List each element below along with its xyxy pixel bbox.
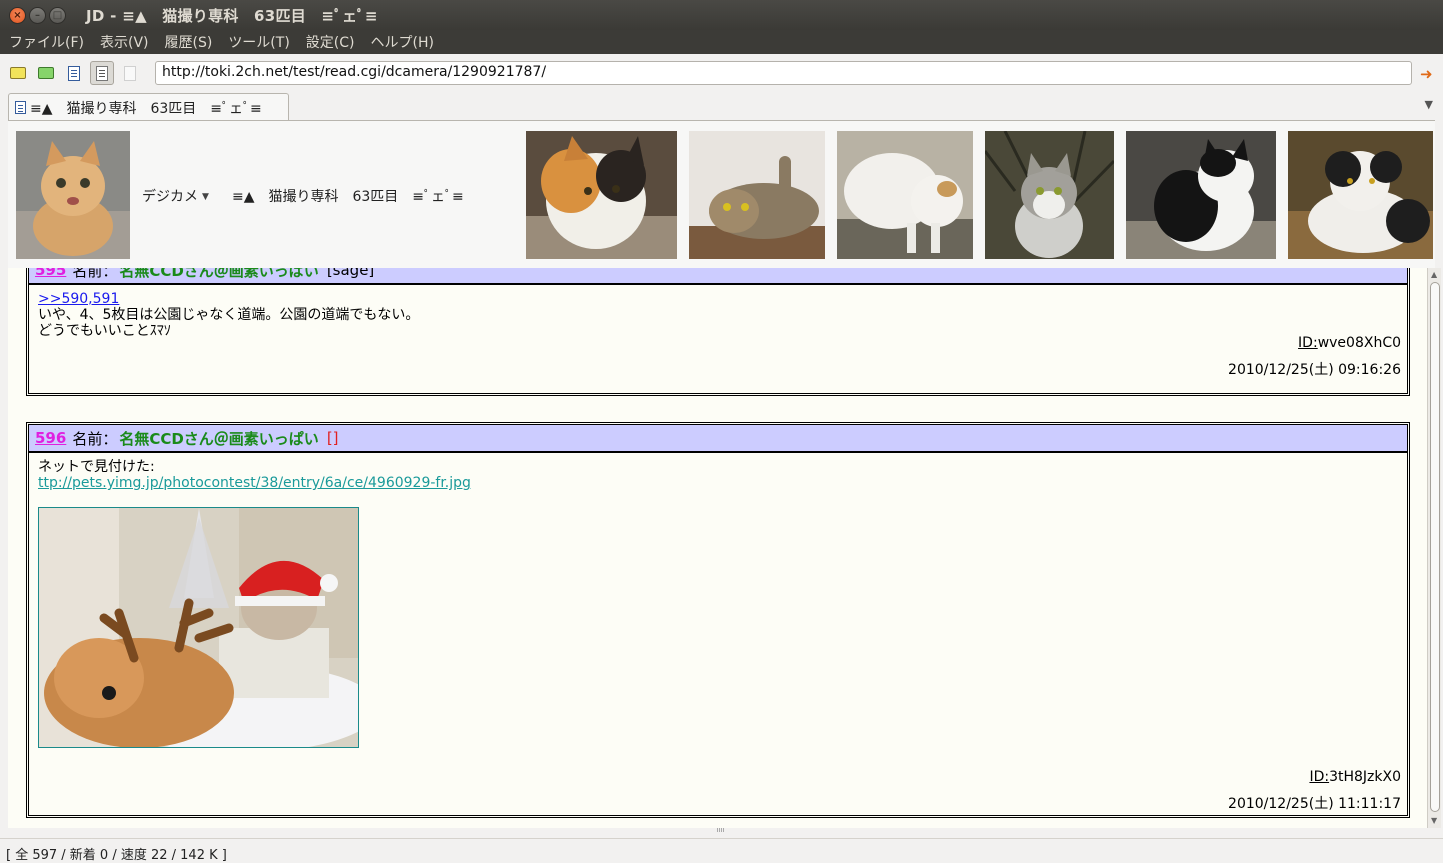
folder-icon: [10, 67, 26, 79]
chevron-down-icon[interactable]: ▼: [202, 192, 209, 202]
title-bar: × – □ JD - ≡▲ 猫撮り専科 63匹目 ≡ﾟェﾟ≡: [0, 0, 1443, 30]
thread-stats: [ 全 597 / 新着 0 / 速度 22 / 142 K ]: [6, 848, 227, 863]
image-icon: [124, 65, 136, 81]
post-number[interactable]: 595: [35, 268, 66, 279]
cat-thumbnail-1[interactable]: [526, 131, 677, 259]
menu-help[interactable]: ヘルプ(H): [371, 32, 434, 52]
image-url-link[interactable]: ttp://pets.yimg.jp/photocontest/38/entry…: [38, 475, 471, 491]
id-label[interactable]: ID:: [1309, 769, 1329, 785]
post-body: >>590,591 いや、4、5枚目は公園じゃなく道端。公園の道端でもない。 ど…: [29, 285, 1407, 345]
minimize-icon[interactable]: –: [29, 6, 46, 24]
tab-list-arrow-icon[interactable]: ▼: [1425, 98, 1433, 111]
toolbar: http://toki.2ch.net/test/read.cgi/dcamer…: [0, 54, 1443, 92]
name-label: 名前：: [72, 268, 118, 280]
cat-thumbnail-3[interactable]: [837, 131, 973, 259]
posted-image[interactable]: [38, 507, 359, 748]
document-icon: [15, 101, 26, 114]
menu-settings[interactable]: 設定(C): [306, 32, 355, 52]
vertical-scrollbar[interactable]: ▲ ▼: [1427, 268, 1441, 828]
post-text: ネットで見付けた:: [38, 459, 155, 475]
url-input[interactable]: http://toki.2ch.net/test/read.cgi/dcamer…: [155, 61, 1412, 85]
maximize-icon[interactable]: □: [49, 6, 66, 24]
tab-thread[interactable]: ≡▲ 猫撮り専科 63匹目 ≡ﾟェﾟ≡: [8, 93, 289, 121]
poster-name[interactable]: 名無CCDさん＠画素いっぱい: [119, 268, 318, 281]
post-line: どうでもいいことｽﾏｿ: [38, 323, 171, 339]
cat-thumbnail-4[interactable]: [985, 131, 1114, 259]
menu-file[interactable]: ファイル(F): [9, 32, 84, 52]
banner-thread-title: ≡▲ 猫撮り専科 63匹目 ≡ﾟェﾟ≡: [232, 189, 464, 205]
green-folder-icon: [38, 67, 54, 79]
reply-anchor-link[interactable]: >>590,591: [38, 291, 119, 307]
scroll-up-icon[interactable]: ▲: [1431, 270, 1437, 279]
favorites-button[interactable]: [34, 61, 58, 85]
menu-bar: ファイル(F) 表示(V) 履歴(S) ツール(T) 設定(C) ヘルプ(H): [0, 30, 1443, 54]
post-header: 596 名前： 名無CCDさん＠画素いっぱい []: [29, 425, 1407, 453]
id-label[interactable]: ID:: [1298, 335, 1318, 351]
board-cat-thumbnail: [16, 131, 130, 259]
post-body: ネットで見付けた: ttp://pets.yimg.jp/photocontes…: [29, 453, 1407, 754]
cat-thumbnail-2[interactable]: [689, 131, 825, 259]
id-value: 3tH8JzkX0: [1329, 769, 1401, 785]
thread-icon: [96, 65, 108, 81]
menu-tools[interactable]: ツール(T): [228, 32, 289, 52]
menu-history[interactable]: 履歴(S): [165, 32, 213, 52]
post-id: ID:3tH8JzkX0: [1309, 769, 1401, 785]
scrollbar-thumb[interactable]: [1430, 282, 1440, 812]
board-view-button[interactable]: [62, 61, 86, 85]
id-value: wve08XhC0: [1317, 335, 1401, 351]
thread-view[interactable]: 595 名前： 名無CCDさん＠画素いっぱい [sage] >>590,591 …: [8, 268, 1427, 828]
cat-thumbnail-5[interactable]: [1126, 131, 1276, 259]
thread-banner: デジカメ ▼ ≡▲ 猫撮り専科 63匹目 ≡ﾟェﾟ≡: [8, 120, 1435, 268]
document-icon: [68, 65, 80, 81]
pane-resize-grip[interactable]: [717, 828, 725, 832]
post-line: いや、4、5枚目は公園じゃなく道端。公園の道端でもない。: [38, 307, 420, 323]
close-icon[interactable]: ×: [9, 6, 26, 24]
menu-view[interactable]: 表示(V): [100, 32, 149, 52]
cat-thumbnail-6[interactable]: [1288, 131, 1433, 259]
post-date: 2010/12/25(土) 11:11:17: [1228, 796, 1401, 812]
post-596: 596 名前： 名無CCDさん＠画素いっぱい [] ネットで見付けた: ttp:…: [26, 422, 1410, 818]
status-bar: [ 全 597 / 新着 0 / 速度 22 / 142 K ]: [0, 838, 1443, 863]
poster-name[interactable]: 名無CCDさん＠画素いっぱい: [119, 428, 318, 449]
window-title: JD - ≡▲ 猫撮り専科 63匹目 ≡ﾟェﾟ≡: [86, 6, 378, 25]
board-list-button[interactable]: [6, 61, 30, 85]
tab-strip: ≡▲ 猫撮り専科 63匹目 ≡ﾟェﾟ≡ ▼: [0, 92, 1443, 121]
name-label: 名前：: [72, 429, 118, 448]
post-595: 595 名前： 名無CCDさん＠画素いっぱい [sage] >>590,591 …: [26, 268, 1410, 396]
tab-label: ≡▲ 猫撮り専科 63匹目 ≡ﾟェﾟ≡: [30, 100, 262, 117]
scroll-down-icon[interactable]: ▼: [1431, 816, 1437, 825]
poster-mail: [sage]: [326, 268, 375, 279]
post-number[interactable]: 596: [35, 429, 66, 447]
thread-view-button[interactable]: [90, 61, 114, 85]
board-name[interactable]: デジカメ: [142, 186, 198, 206]
post-header: 595 名前： 名無CCDさん＠画素いっぱい [sage]: [29, 268, 1407, 285]
post-id: ID:wve08XhC0: [1298, 335, 1401, 351]
post-date: 2010/12/25(土) 09:16:26: [1228, 362, 1401, 378]
image-view-button[interactable]: [118, 61, 142, 85]
go-icon[interactable]: ➜: [1420, 65, 1433, 83]
poster-mail: []: [326, 429, 339, 447]
